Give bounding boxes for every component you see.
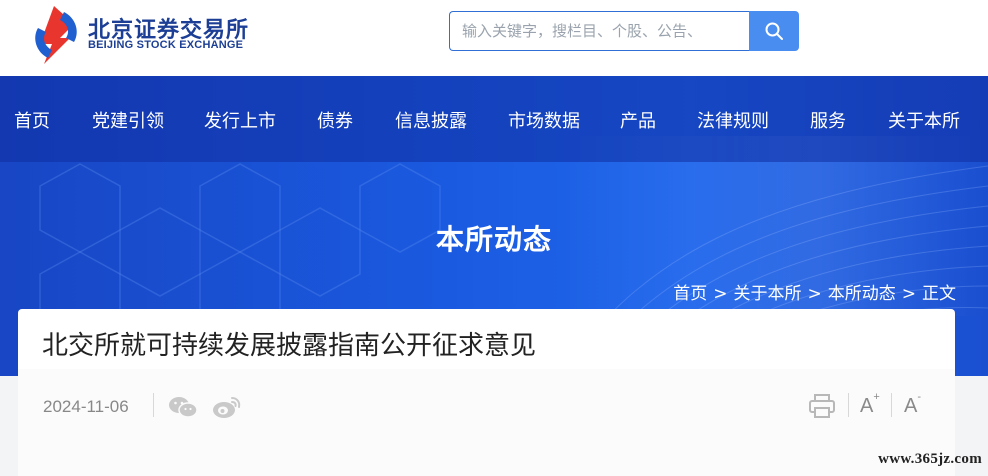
font-increase-plus: + <box>873 391 880 404</box>
wechat-share-icon[interactable] <box>168 395 198 419</box>
search-icon <box>765 22 783 40</box>
watermark-text: www.365jz.com <box>878 451 982 467</box>
nav-item-market-data[interactable]: 市场数据 <box>508 107 580 133</box>
breadcrumb-news[interactable]: 本所动态 <box>828 284 896 304</box>
breadcrumb-separator: > <box>901 284 916 304</box>
font-decrease-button[interactable]: A- <box>904 391 921 418</box>
section-title: 本所动态 <box>435 223 552 256</box>
page: 北京证券交易所 BEIJING STOCK EXCHANGE 输入关键字，搜栏目… <box>0 0 988 476</box>
divider <box>153 393 154 417</box>
nav-item-issuance-listing[interactable]: 发行上市 <box>204 107 276 133</box>
divider <box>891 393 892 417</box>
nav-item-disclosure[interactable]: 信息披露 <box>395 107 467 133</box>
divider <box>848 393 849 417</box>
search-input[interactable] <box>449 11 749 51</box>
font-decrease-label: A <box>904 395 918 417</box>
nav-item-party-building[interactable]: 党建引领 <box>92 107 164 133</box>
article-title: 北交所就可持续发展披露指南公开征求意见 <box>42 331 537 361</box>
publish-date: 2024-11-06 <box>43 397 129 416</box>
breadcrumb-about[interactable]: 关于本所 <box>734 284 802 304</box>
font-increase-button[interactable]: A+ <box>860 391 880 418</box>
article-card: 北交所就可持续发展披露指南公开征求意见 2024-11-06 A+ A- <box>18 309 955 476</box>
main-nav: 首页 党建引领 发行上市 债券 信息披露 市场数据 产品 法律规则 服务 关于本… <box>0 76 988 162</box>
search-button[interactable] <box>749 11 799 51</box>
nav-item-bonds[interactable]: 债券 <box>317 107 353 133</box>
breadcrumb-separator: > <box>713 284 728 304</box>
bse-logo-icon[interactable] <box>30 4 82 66</box>
print-icon[interactable] <box>808 393 836 419</box>
nav-item-products[interactable]: 产品 <box>620 107 656 133</box>
nav-item-rules[interactable]: 法律规则 <box>697 107 769 133</box>
article-meta-bar: 2024-11-06 A+ A- <box>18 369 955 476</box>
search-box <box>449 11 799 51</box>
font-decrease-minus: - <box>917 391 922 404</box>
weibo-share-icon[interactable] <box>212 395 242 419</box>
breadcrumb: 首页 > 关于本所 > 本所动态 > 正文 <box>673 279 956 304</box>
nav-item-about[interactable]: 关于本所 <box>888 107 960 133</box>
nav-item-home[interactable]: 首页 <box>14 107 50 133</box>
site-header: 北京证券交易所 BEIJING STOCK EXCHANGE <box>0 0 988 76</box>
breadcrumb-separator: > <box>807 284 822 304</box>
breadcrumb-home[interactable]: 首页 <box>673 284 707 304</box>
breadcrumb-current: 正文 <box>922 284 956 304</box>
font-increase-label: A <box>860 395 874 417</box>
nav-item-services[interactable]: 服务 <box>810 107 846 133</box>
logo-text-en: BEIJING STOCK EXCHANGE <box>88 39 244 51</box>
